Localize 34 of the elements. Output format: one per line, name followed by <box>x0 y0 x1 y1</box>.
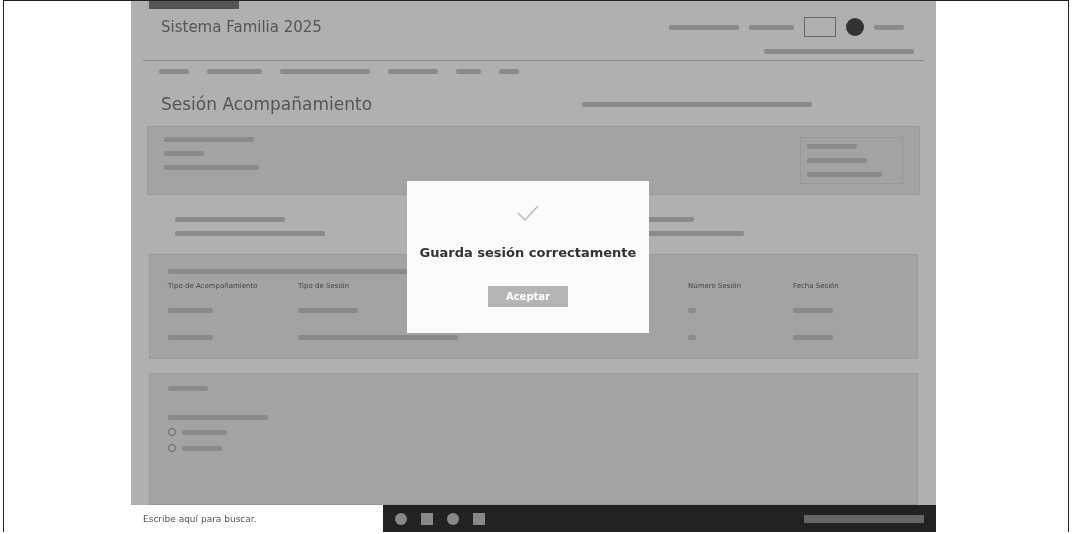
illegible-text <box>807 144 857 149</box>
app-title: Sistema Familia 2025 <box>161 18 322 36</box>
illegible-link[interactable] <box>669 24 739 30</box>
folder-icon[interactable] <box>421 513 433 525</box>
illegible-link[interactable] <box>749 24 794 30</box>
illegible-text <box>182 429 227 435</box>
illegible-text <box>807 158 867 163</box>
illegible-cell <box>688 308 696 313</box>
illegible-cell <box>688 335 696 340</box>
illegible-cell <box>793 335 833 340</box>
checkmark-icon <box>517 205 539 221</box>
browser-icon[interactable] <box>447 513 459 525</box>
illegible-menu-item[interactable] <box>456 69 481 74</box>
window-icon[interactable] <box>473 513 485 525</box>
app-icon[interactable] <box>395 513 407 525</box>
illegible-text <box>168 386 208 391</box>
illegible-text <box>874 24 904 30</box>
page-title: Sesión Acompañamiento <box>161 94 373 114</box>
illegible-menu-item[interactable] <box>280 69 370 74</box>
illegible-menu-item[interactable] <box>159 69 189 74</box>
illegible-cell <box>168 308 213 313</box>
illegible-menu-item[interactable] <box>388 69 438 74</box>
illegible-menu-item[interactable] <box>499 69 519 74</box>
illegible-user-menu[interactable] <box>764 49 914 54</box>
illegible-cell <box>168 335 213 340</box>
logo-icon <box>804 17 836 37</box>
illegible-menu-item[interactable] <box>207 69 262 74</box>
dialog-message: Guarda sesión correctamente <box>419 245 637 260</box>
logo-icon <box>846 18 864 36</box>
illegible-text <box>182 445 222 451</box>
illegible-cell <box>298 308 358 313</box>
system-tray-icon[interactable] <box>804 515 924 523</box>
illegible-text <box>164 151 204 156</box>
illegible-cell <box>793 308 833 313</box>
